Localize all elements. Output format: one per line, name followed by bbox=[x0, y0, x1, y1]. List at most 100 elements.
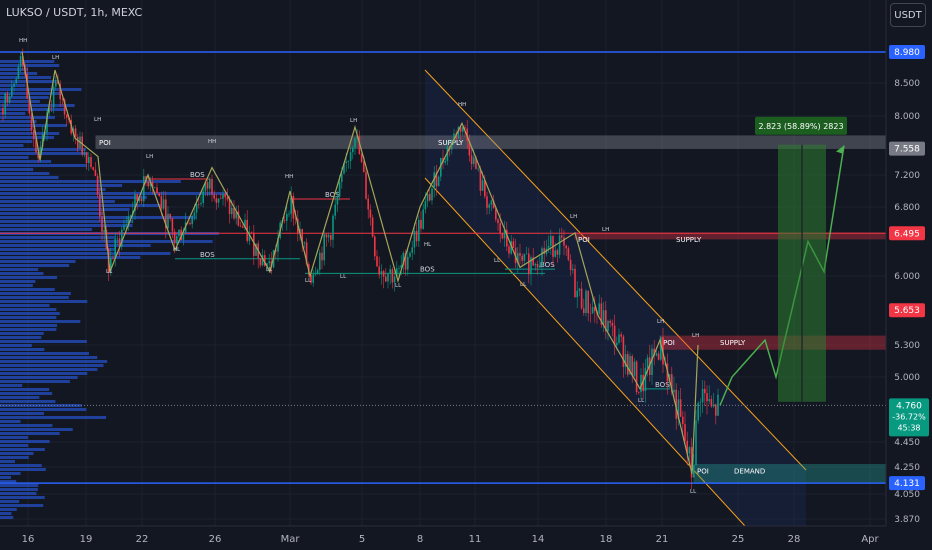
candle-body bbox=[116, 238, 119, 240]
candle-body bbox=[85, 152, 88, 163]
volume-bar bbox=[0, 84, 26, 87]
last-price-value: 4.760 bbox=[896, 401, 922, 411]
candle-body bbox=[418, 219, 420, 242]
candle-body bbox=[572, 268, 574, 271]
structure-label: HH bbox=[208, 139, 216, 145]
volume-bar bbox=[0, 316, 57, 319]
candle-body bbox=[222, 193, 224, 199]
candle-body bbox=[622, 336, 625, 367]
candle-body bbox=[580, 288, 583, 309]
price-badge-text: 6.495 bbox=[894, 229, 920, 239]
volume-bar bbox=[0, 284, 33, 287]
price-tick: 5.300 bbox=[894, 341, 920, 351]
candle-body bbox=[409, 252, 411, 257]
candle-body bbox=[519, 253, 521, 256]
candle-body bbox=[6, 93, 9, 103]
candle-body bbox=[226, 197, 229, 200]
candle-body bbox=[123, 225, 125, 230]
candle-body bbox=[470, 155, 473, 164]
candle-body bbox=[332, 215, 334, 240]
volume-bar bbox=[0, 264, 70, 267]
candle-body bbox=[314, 273, 317, 275]
candle-body bbox=[198, 204, 200, 205]
candle-body bbox=[158, 193, 160, 196]
candle-body bbox=[178, 229, 180, 237]
volume-bar bbox=[0, 164, 87, 167]
candle-body bbox=[209, 178, 211, 189]
structure-label: HL bbox=[424, 242, 432, 248]
candle-body bbox=[325, 234, 328, 238]
candle-body bbox=[631, 356, 633, 376]
candle-body bbox=[424, 201, 427, 210]
candle-body bbox=[8, 96, 11, 103]
candle-body bbox=[426, 193, 429, 202]
candle-body bbox=[508, 246, 510, 254]
candle-body bbox=[321, 252, 323, 261]
candle-body bbox=[316, 269, 319, 274]
candle-body bbox=[369, 209, 372, 218]
volume-bar bbox=[0, 60, 55, 63]
candle-body bbox=[334, 204, 336, 216]
volume-bar bbox=[0, 300, 88, 303]
volume-bar bbox=[0, 356, 98, 359]
volume-bar bbox=[0, 360, 108, 363]
candle-body bbox=[541, 248, 543, 266]
volume-bar bbox=[0, 212, 104, 215]
candle-body bbox=[587, 290, 589, 313]
volume-bar bbox=[0, 260, 76, 263]
bos-label: BOS bbox=[655, 381, 670, 389]
structure-label: LL bbox=[395, 283, 402, 289]
volume-bar bbox=[0, 204, 163, 207]
volume-bar bbox=[0, 460, 16, 463]
time-tick: 28 bbox=[788, 534, 801, 545]
currency-button[interactable]: USDT bbox=[890, 3, 926, 27]
candle-body bbox=[589, 312, 592, 314]
volume-bar bbox=[0, 364, 104, 367]
volume-bar bbox=[0, 280, 36, 283]
candle-body bbox=[550, 235, 552, 246]
volume-bar bbox=[0, 336, 42, 339]
time-tick: 18 bbox=[600, 534, 613, 545]
candle-body bbox=[717, 394, 719, 416]
candle-body bbox=[217, 198, 220, 203]
candle-body bbox=[341, 173, 343, 182]
volume-bar bbox=[0, 268, 39, 271]
candle-body bbox=[655, 353, 658, 356]
candle-body bbox=[437, 176, 440, 187]
candle-body bbox=[90, 156, 92, 168]
candle-body bbox=[708, 399, 710, 402]
zone-label-2: DEMAND bbox=[734, 468, 765, 476]
structure-label: LH bbox=[692, 333, 699, 339]
volume-bar bbox=[0, 352, 89, 355]
price-tick: 4.250 bbox=[894, 463, 920, 473]
volume-bar bbox=[0, 456, 29, 459]
candle-body bbox=[147, 181, 149, 187]
candle-body bbox=[15, 79, 17, 84]
candle-body bbox=[101, 216, 103, 232]
volume-bar bbox=[0, 324, 58, 327]
volume-bar bbox=[0, 500, 20, 503]
candle-body bbox=[554, 250, 556, 257]
candle-body bbox=[4, 93, 6, 115]
candle-body bbox=[710, 399, 713, 407]
candle-body bbox=[213, 194, 215, 199]
structure-label: LL bbox=[638, 398, 645, 404]
measure-label: 2.823 (58.89%) 2823 bbox=[758, 122, 843, 131]
price-tick: 5.000 bbox=[894, 373, 920, 383]
volume-bar bbox=[0, 176, 59, 179]
volume-bar bbox=[0, 372, 88, 375]
candle-body bbox=[620, 334, 622, 337]
candle-body bbox=[239, 225, 242, 227]
volume-bar bbox=[0, 312, 60, 315]
candle-body bbox=[376, 256, 378, 267]
volume-bar bbox=[0, 244, 151, 247]
volume-bar bbox=[0, 340, 87, 343]
zone-label: POI bbox=[663, 339, 675, 347]
volume-bar bbox=[0, 452, 34, 455]
candle-body bbox=[444, 160, 446, 163]
volume-bar bbox=[0, 468, 46, 471]
candle-body bbox=[288, 213, 290, 215]
price-chart[interactable]: POI SUPPLYPOI SUPPLYPOI SUPPLYPOI DEMAND BOS… bbox=[0, 0, 932, 550]
volume-bar bbox=[0, 424, 53, 427]
candle-body bbox=[657, 353, 660, 360]
